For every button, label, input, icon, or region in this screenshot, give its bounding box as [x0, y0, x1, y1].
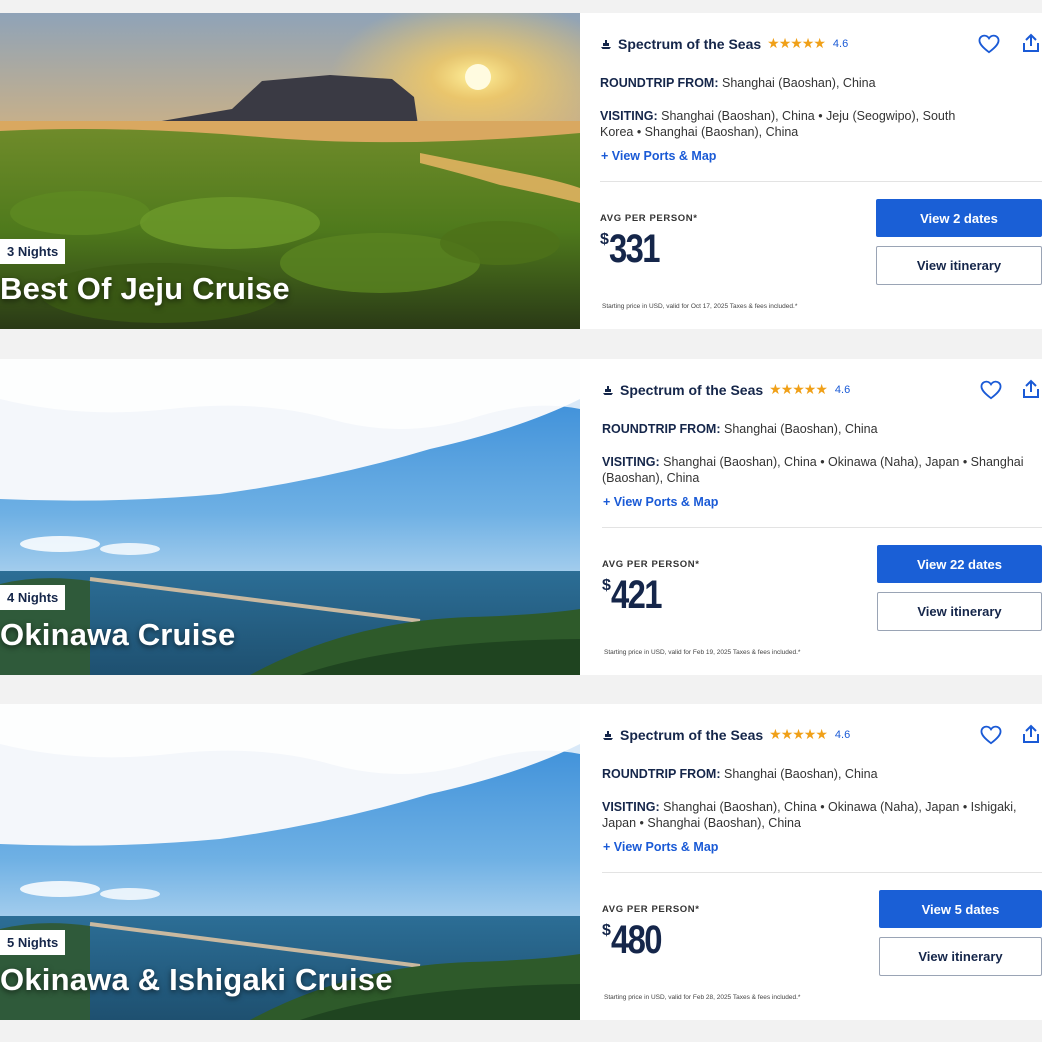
share-icon[interactable] — [1020, 32, 1042, 54]
view-ports-map-link[interactable]: + View Ports & Map — [603, 840, 718, 854]
roundtrip-label: ROUNDTRIP FROM: — [600, 76, 719, 90]
cruise-title[interactable]: Okinawa Cruise — [0, 617, 235, 653]
heart-icon[interactable] — [978, 34, 1000, 54]
price-fine-print: Starting price in USD, valid for Feb 28,… — [604, 994, 801, 1001]
view-ports-map-link[interactable]: + View Ports & Map — [603, 495, 718, 509]
visiting-label: VISITING: — [600, 109, 658, 123]
nights-badge: 5 Nights — [0, 930, 66, 955]
star-rating-icon: ★★★★★ — [767, 35, 826, 51]
price: $331 — [600, 227, 670, 272]
roundtrip-label: ROUNDTRIP FROM: — [602, 422, 721, 436]
view-ports-map-link[interactable]: + View Ports & Map — [601, 149, 716, 163]
rating-value[interactable]: 4.6 — [835, 384, 850, 396]
roundtrip-info: ROUNDTRIP FROM: Shanghai (Baoshan), Chin… — [602, 766, 972, 782]
cruise-card: 3 Nights Best Of Jeju Cruise Spectrum of… — [0, 13, 1042, 329]
cruise-title[interactable]: Best Of Jeju Cruise — [0, 271, 290, 307]
cruise-photo[interactable]: 4 Nights Okinawa Cruise — [0, 359, 580, 675]
ship-name[interactable]: Spectrum of the Seas — [620, 382, 763, 398]
divider — [600, 181, 1042, 182]
price-amount: 331 — [608, 227, 660, 271]
view-dates-button[interactable]: View 2 dates — [876, 199, 1042, 237]
divider — [602, 872, 1042, 873]
price: $480 — [602, 918, 672, 963]
share-icon[interactable] — [1020, 378, 1042, 400]
heart-icon[interactable] — [980, 380, 1002, 400]
ship-icon — [601, 39, 611, 49]
price: $421 — [602, 573, 672, 618]
visiting-value: Shanghai (Baoshan), China • Okinawa (Nah… — [602, 455, 1024, 485]
roundtrip-value: Shanghai (Baoshan), China — [724, 767, 878, 781]
ship-row: Spectrum of the Seas ★★★★★ 4.6 — [602, 381, 850, 398]
view-itinerary-button[interactable]: View itinerary — [879, 937, 1042, 976]
visiting-info: VISITING: Shanghai (Baoshan), China • Ok… — [602, 799, 1026, 831]
view-itinerary-button[interactable]: View itinerary — [877, 592, 1042, 631]
avg-per-person-label: AVG PER PERSON* — [602, 904, 700, 915]
cruise-photo[interactable]: 5 Nights Okinawa & Ishigaki Cruise — [0, 704, 580, 1020]
price-amount: 480 — [610, 918, 662, 962]
view-itinerary-button[interactable]: View itinerary — [876, 246, 1042, 285]
cruise-card: 4 Nights Okinawa Cruise Spectrum of the … — [0, 359, 1042, 675]
ship-icon — [603, 385, 613, 395]
rating-value[interactable]: 4.6 — [833, 38, 848, 50]
cruise-title[interactable]: Okinawa & Ishigaki Cruise — [0, 962, 393, 998]
divider — [602, 527, 1042, 528]
nights-badge: 3 Nights — [0, 239, 66, 264]
star-rating-icon: ★★★★★ — [769, 381, 828, 397]
price-fine-print: Starting price in USD, valid for Oct 17,… — [602, 303, 798, 310]
visiting-info: VISITING: Shanghai (Baoshan), China • Je… — [600, 108, 970, 140]
nights-badge: 4 Nights — [0, 585, 66, 610]
visiting-label: VISITING: — [602, 455, 660, 469]
avg-per-person-label: AVG PER PERSON* — [600, 213, 698, 224]
ship-name[interactable]: Spectrum of the Seas — [618, 36, 761, 52]
visiting-info: VISITING: Shanghai (Baoshan), China • Ok… — [602, 454, 1026, 486]
price-fine-print: Starting price in USD, valid for Feb 19,… — [604, 649, 801, 656]
price-currency: $ — [600, 231, 609, 248]
roundtrip-info: ROUNDTRIP FROM: Shanghai (Baoshan), Chin… — [600, 75, 970, 91]
cruise-info: Spectrum of the Seas ★★★★★ 4.6 ROUNDTRIP… — [602, 359, 1042, 675]
star-rating-icon: ★★★★★ — [769, 726, 828, 742]
ship-icon — [603, 730, 613, 740]
view-dates-button[interactable]: View 22 dates — [877, 545, 1042, 583]
price-currency: $ — [602, 577, 611, 594]
price-currency: $ — [602, 922, 611, 939]
view-dates-button[interactable]: View 5 dates — [879, 890, 1042, 928]
rating-value[interactable]: 4.6 — [835, 729, 850, 741]
share-icon[interactable] — [1020, 723, 1042, 745]
roundtrip-value: Shanghai (Baoshan), China — [724, 422, 878, 436]
heart-icon[interactable] — [980, 725, 1002, 745]
visiting-value: Shanghai (Baoshan), China • Okinawa (Nah… — [602, 800, 1017, 830]
cruise-info: Spectrum of the Seas ★★★★★ 4.6 ROUNDTRIP… — [602, 704, 1042, 1020]
ship-row: Spectrum of the Seas ★★★★★ 4.6 — [602, 726, 850, 743]
visiting-label: VISITING: — [602, 800, 660, 814]
avg-per-person-label: AVG PER PERSON* — [602, 559, 700, 570]
roundtrip-value: Shanghai (Baoshan), China — [722, 76, 876, 90]
ship-name[interactable]: Spectrum of the Seas — [620, 727, 763, 743]
roundtrip-label: ROUNDTRIP FROM: — [602, 767, 721, 781]
roundtrip-info: ROUNDTRIP FROM: Shanghai (Baoshan), Chin… — [602, 421, 972, 437]
price-amount: 421 — [610, 573, 662, 617]
ship-row: Spectrum of the Seas ★★★★★ 4.6 — [600, 35, 848, 52]
cruise-card: 5 Nights Okinawa & Ishigaki Cruise Spect… — [0, 704, 1042, 1020]
cruise-info: Spectrum of the Seas ★★★★★ 4.6 ROUNDTRIP… — [600, 13, 1042, 329]
cruise-photo[interactable]: 3 Nights Best Of Jeju Cruise — [0, 13, 580, 329]
